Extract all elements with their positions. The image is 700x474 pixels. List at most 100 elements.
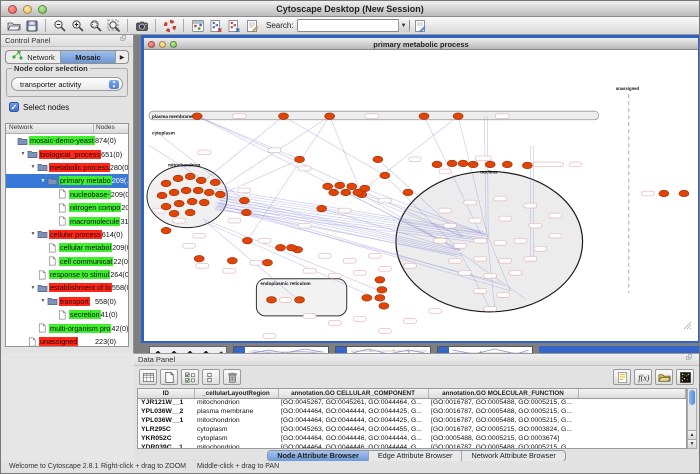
- tree-item-nitrogen-compo[interactable]: nitrogen compo209(0): [6, 201, 128, 214]
- expander-icon[interactable]: ▼: [19, 151, 27, 157]
- graph-node[interactable]: [380, 172, 390, 179]
- table-header-cell[interactable]: _cellularLayoutRegion: [194, 389, 278, 398]
- graph-node[interactable]: [161, 203, 171, 210]
- table-header-cell[interactable]: [578, 389, 686, 398]
- node-color-dropdown[interactable]: transporter activity ▲▼: [11, 77, 123, 91]
- select-attributes-icon[interactable]: [181, 369, 199, 385]
- table-cell[interactable]: YLR295C: [138, 425, 194, 434]
- tree-item-response-to-stimul[interactable]: response to stimul264(0): [6, 268, 128, 281]
- table-cell[interactable]: [GO:0016787, GO:0005488, GO:0005215, G..…: [428, 398, 578, 407]
- scrollbar-thumb[interactable]: [689, 390, 695, 405]
- edit-network-add-icon[interactable]: [208, 18, 223, 33]
- table-row[interactable]: YJR121W__1mitochondrion[GO:0045267, GO:0…: [138, 398, 686, 407]
- graph-node[interactable]: [341, 189, 351, 196]
- graph-node[interactable]: [375, 295, 385, 302]
- formula-icon[interactable]: f(x): [634, 369, 652, 385]
- table-cell[interactable]: [578, 425, 686, 434]
- graph-node[interactable]: [185, 173, 195, 180]
- graph-node[interactable]: [362, 295, 372, 302]
- import-attributes-icon[interactable]: [655, 369, 673, 385]
- new-attribute-icon[interactable]: [160, 369, 178, 385]
- tree-item-secretion[interactable]: secretion41(0): [6, 308, 128, 321]
- expander-icon[interactable]: ▼: [39, 298, 47, 304]
- edit-network-remove-icon[interactable]: [226, 18, 241, 33]
- vizmapper-icon[interactable]: [190, 18, 205, 33]
- open-session-icon[interactable]: [6, 18, 21, 33]
- matrix-icon[interactable]: [676, 369, 694, 385]
- graph-node[interactable]: [468, 161, 478, 168]
- table-cell[interactable]: [GO:0005488, GO:0005215, GO:0003674]: [428, 434, 578, 443]
- save-session-icon[interactable]: [24, 18, 39, 33]
- graph-node[interactable]: [659, 190, 669, 197]
- tree-item-multi-organism-pro[interactable]: multi-organism pro42(0): [6, 321, 128, 334]
- table-header-cell[interactable]: annotation.GO CELLULAR_COMPONENT: [278, 389, 428, 398]
- graph-node[interactable]: [157, 192, 167, 199]
- graph-node[interactable]: [403, 189, 413, 196]
- tree-column-nodes[interactable]: Nodes: [94, 124, 128, 133]
- tree-item-cell-communicat[interactable]: cell communicat22(0): [6, 255, 128, 268]
- zoom-out-icon[interactable]: [52, 18, 67, 33]
- graph-node[interactable]: [239, 197, 249, 204]
- float-panel-icon[interactable]: [686, 354, 695, 365]
- graph-node[interactable]: [181, 187, 191, 194]
- table-header-cell[interactable]: annotation.GO MOLECULAR_FUNCTION: [428, 389, 578, 398]
- float-panel-icon[interactable]: [120, 35, 129, 46]
- table-cell[interactable]: [GO:0016787, GO:0005488, GO:0005215, G..…: [428, 416, 578, 425]
- tree-item-primary-metabo[interactable]: ▼primary metabo209(...: [6, 174, 128, 187]
- graph-node[interactable]: [458, 160, 468, 167]
- table-cell[interactable]: [GO:0045267, GO:0045261, GO:0044464, G..…: [278, 398, 428, 407]
- expander-icon[interactable]: ▼: [39, 178, 47, 184]
- graph-node[interactable]: [199, 199, 209, 206]
- graph-node[interactable]: [192, 113, 202, 120]
- table-cell[interactable]: [GO:0016787, GO:0005215, GO:0003824, G..…: [428, 425, 578, 434]
- table-cell[interactable]: YKR052C: [138, 434, 194, 443]
- tab-network-attribute-browser[interactable]: Network Attribute Browser: [462, 451, 564, 461]
- tree-item-unassigned[interactable]: unassigned223(0): [6, 335, 128, 347]
- graph-node[interactable]: [323, 183, 333, 190]
- graph-node[interactable]: [375, 276, 385, 283]
- table-cell[interactable]: [578, 416, 686, 425]
- background-window-fragment[interactable]: [149, 346, 227, 353]
- graph-node[interactable]: [379, 303, 389, 310]
- table-cell[interactable]: mitochondrion: [194, 416, 278, 425]
- search-options-icon[interactable]: [413, 18, 428, 33]
- graph-node[interactable]: [447, 160, 457, 167]
- table-cell[interactable]: cytoplasm: [194, 434, 278, 443]
- graph-node[interactable]: [329, 189, 339, 196]
- search-input[interactable]: [298, 20, 398, 31]
- graph-node[interactable]: [287, 244, 297, 251]
- expander-icon[interactable]: ▼: [29, 285, 37, 291]
- graph-node[interactable]: [679, 190, 689, 197]
- graph-node[interactable]: [161, 180, 171, 187]
- graph-node[interactable]: [262, 259, 272, 266]
- annotate-icon[interactable]: [244, 18, 259, 33]
- table-cell[interactable]: [578, 407, 686, 416]
- tree-item-transport[interactable]: ▼transport558(0): [6, 295, 128, 308]
- graph-node[interactable]: [502, 161, 512, 168]
- tree-item-macromolecule[interactable]: macromolecule311(0): [6, 214, 128, 227]
- unselect-attributes-icon[interactable]: [202, 369, 220, 385]
- table-cell[interactable]: [578, 434, 686, 443]
- scroll-down-arrow[interactable]: ▼: [688, 439, 696, 448]
- table-cell[interactable]: [GO:0044464, GO:0044444, GO:0044425, G..…: [278, 407, 428, 416]
- tree-column-network[interactable]: Network: [6, 124, 94, 133]
- network-canvas[interactable]: plasma membranecytoplasmmitochondrionnuc…: [144, 50, 698, 341]
- delete-attribute-icon[interactable]: [223, 369, 241, 385]
- table-scrollbar[interactable]: ▲ ▼: [687, 388, 697, 449]
- graph-node[interactable]: [194, 255, 204, 262]
- graph-node[interactable]: [485, 161, 495, 168]
- graph-node[interactable]: [335, 182, 345, 189]
- zoom-fit-icon[interactable]: [106, 18, 121, 33]
- graph-node[interactable]: [173, 175, 183, 182]
- tree-item-metabolic-process[interactable]: ▼metabolic process280(0): [6, 161, 128, 174]
- table-cell[interactable]: [GO:0045263, GO:0044464, GO:0044455, G..…: [278, 425, 428, 434]
- graph-node[interactable]: [522, 162, 532, 169]
- report-icon[interactable]: [613, 369, 631, 385]
- graph-node[interactable]: [432, 161, 442, 168]
- graph-node[interactable]: [161, 227, 171, 234]
- graph-node[interactable]: [185, 209, 195, 216]
- table-cell[interactable]: [GO:0044464, GO:0044446, GO:0044444, G..…: [278, 434, 428, 443]
- table-cell[interactable]: mitochondrion: [194, 398, 278, 407]
- table-row[interactable]: YKR052Ccytoplasm[GO:0044464, GO:0044446,…: [138, 434, 686, 443]
- tree-item-establishment-of-lo[interactable]: ▼establishment of lo558(0): [6, 281, 128, 294]
